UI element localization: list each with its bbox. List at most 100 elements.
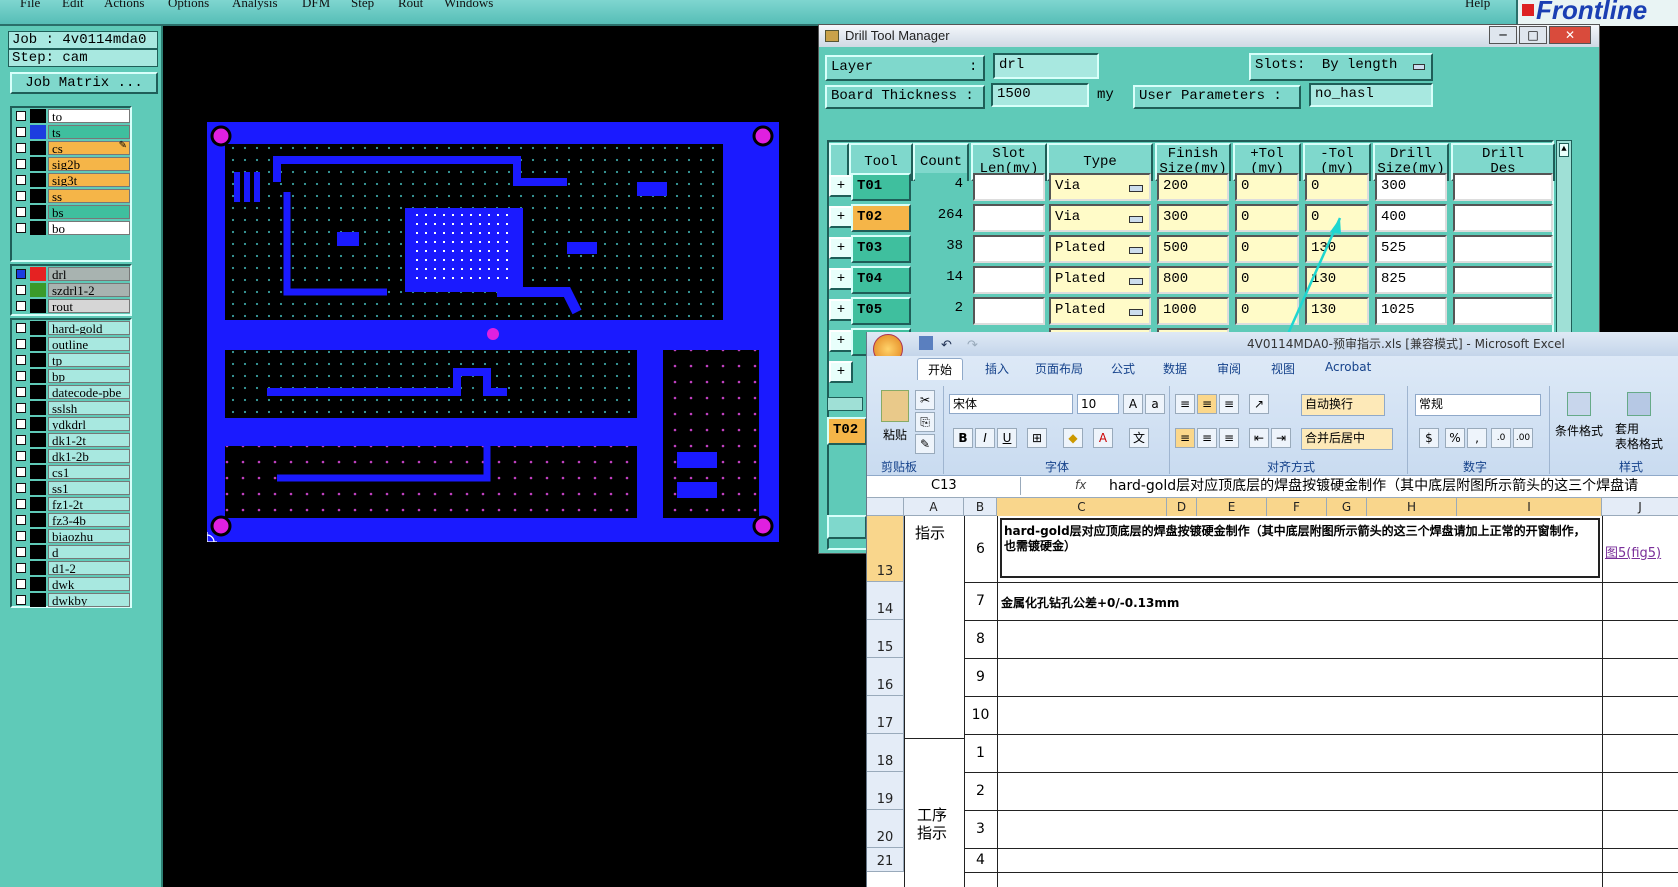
col-line [964,516,965,887]
align-top-icon[interactable]: ≡ [1175,394,1195,414]
format-painter-icon[interactable]: ✎ [915,434,935,454]
col-header-h[interactable]: H [1367,498,1457,516]
formula-input[interactable]: hard-gold层对应顶底层的焊盘按镀硬金制作（其中底层附图所示箭头的这三个焊… [1109,477,1678,495]
font-name-box[interactable]: 宋体 [949,394,1073,414]
italic-icon[interactable]: I [975,428,995,448]
ribbon: 开始 插入 页面布局 公式 数据 审阅 视图 Acrobat 粘贴 ✂ ⎘ ✎ … [867,356,1678,476]
tab-page-layout[interactable]: 页面布局 [1035,360,1083,377]
undo-icon[interactable]: ↶ [941,334,952,358]
orientation-icon[interactable]: ↗ [1249,394,1269,414]
col-header-j[interactable]: J [1602,498,1678,516]
fx-icon[interactable]: fx [1075,478,1086,492]
col-header-d[interactable]: D [1167,498,1197,516]
cell-j13-link[interactable]: 图5(fig5) [1605,542,1661,561]
seq-cell[interactable]: 6 [964,516,997,582]
font-color-icon[interactable]: A [1093,428,1113,448]
paste-icon[interactable] [881,390,909,422]
row-header[interactable]: 21 [867,848,904,872]
row-header[interactable]: 14 [867,582,904,620]
cell-c13[interactable]: hard-gold层对应顶底层的焊盘按镀硬金制作（其中底层附图所示箭头的这三个焊… [1000,518,1600,578]
seq-cell[interactable]: 2 [964,772,997,810]
tab-view[interactable]: 视图 [1271,360,1295,377]
underline-icon[interactable]: U [997,428,1017,448]
col-line [904,516,905,887]
row-line [964,810,1678,811]
excel-window: ↶ ↷ 4V0114MDA0-预审指示.xls [兼容模式] - Microso… [866,332,1678,887]
align-middle-icon[interactable]: ≡ [1197,394,1217,414]
row-header[interactable]: 13 [867,516,904,582]
seq-cell[interactable]: 9 [964,658,997,696]
comma-icon[interactable]: , [1467,428,1487,448]
seq-cell[interactable]: 1 [964,734,997,772]
col-header-b[interactable]: B [964,498,997,516]
decrease-indent-icon[interactable]: ⇤ [1249,428,1269,448]
cut-icon[interactable]: ✂ [915,390,935,410]
row-header[interactable]: 17 [867,696,904,734]
phonetic-icon[interactable]: 文 [1129,428,1149,448]
group-font: 字体 [1045,460,1070,474]
shrink-font-icon[interactable]: a [1145,394,1165,414]
group-clipboard: 剪贴板 [881,460,918,474]
increase-decimal-icon[interactable]: .0 [1491,428,1511,448]
group-alignment: 对齐方式 [1267,460,1316,474]
select-all[interactable] [867,498,904,516]
increase-indent-icon[interactable]: ⇥ [1271,428,1291,448]
currency-icon[interactable]: $ [1419,428,1439,448]
group-number: 数字 [1463,460,1488,474]
number-format-box[interactable]: 常规 [1415,394,1541,416]
borders-icon[interactable]: ⊞ [1027,428,1047,448]
redo-icon[interactable]: ↷ [967,334,978,358]
col-header-a[interactable]: A [904,498,964,516]
copy-icon[interactable]: ⎘ [915,412,935,432]
col-header-e[interactable]: E [1197,498,1267,516]
col-header-f[interactable]: F [1267,498,1327,516]
row-header[interactable]: 20 [867,810,904,848]
font-size-box[interactable]: 10 [1077,394,1119,414]
decrease-decimal-icon[interactable]: .00 [1513,428,1533,448]
grow-font-icon[interactable]: A [1123,394,1143,414]
tab-home[interactable]: 开始 [917,358,964,380]
col-header-i[interactable]: I [1457,498,1602,516]
col-line [1602,516,1603,887]
align-bottom-icon[interactable]: ≡ [1219,394,1239,414]
percent-icon[interactable]: % [1445,428,1465,448]
row-header[interactable]: 18 [867,734,904,772]
row-header[interactable]: 15 [867,620,904,658]
col-header-c[interactable]: C [997,498,1167,516]
align-right-icon[interactable]: ≡ [1219,428,1239,448]
seq-cell[interactable]: 4 [964,848,997,872]
conditional-format-icon[interactable] [1567,392,1591,416]
save-icon[interactable] [919,336,933,350]
cell-c14[interactable]: 金属化孔钻孔公差+0/-0.13mm [1001,594,1179,611]
tab-insert[interactable]: 插入 [985,360,1009,377]
col-header-g[interactable]: G [1327,498,1367,516]
row-line [964,848,1678,849]
col-line [997,516,998,887]
tab-data[interactable]: 数据 [1163,360,1187,377]
tab-formulas[interactable]: 公式 [1111,360,1135,377]
name-box[interactable]: C13 [871,477,1021,495]
seq-cell[interactable]: 8 [964,620,997,658]
fill-color-icon[interactable]: ◆ [1063,428,1083,448]
seq-cell[interactable]: 10 [964,696,997,734]
arrow-head-icon [1330,218,1341,234]
merge-center-button[interactable]: 合并后居中 [1301,428,1393,450]
format-as-table-icon[interactable] [1627,392,1651,416]
seq-cell[interactable]: 7 [964,582,997,620]
row-line [964,620,1678,621]
align-center-icon[interactable]: ≡ [1197,428,1217,448]
section-label[interactable]: 指示 [915,522,945,543]
tab-review[interactable]: 审阅 [1217,360,1241,377]
wrap-text-button[interactable]: 自动换行 [1301,394,1385,416]
bold-icon[interactable]: B [953,428,973,448]
group-styles: 样式 [1619,460,1644,474]
worksheet-grid[interactable]: 13 6 14 7 15 8 16 9 17 10 18 1 19 2 20 3 21 4 指示工序 指示 hard-… [867,516,1678,887]
align-left-icon[interactable]: ≡ [1175,428,1195,448]
seq-cell[interactable]: 3 [964,810,997,848]
row-header[interactable]: 16 [867,658,904,696]
row-header[interactable]: 19 [867,772,904,810]
row-line [964,658,1678,659]
excel-title-bar: ↶ ↷ 4V0114MDA0-预审指示.xls [兼容模式] - Microso… [867,332,1678,364]
section-label[interactable]: 工序 指示 [917,806,947,842]
tab-acrobat[interactable]: Acrobat [1325,360,1371,374]
